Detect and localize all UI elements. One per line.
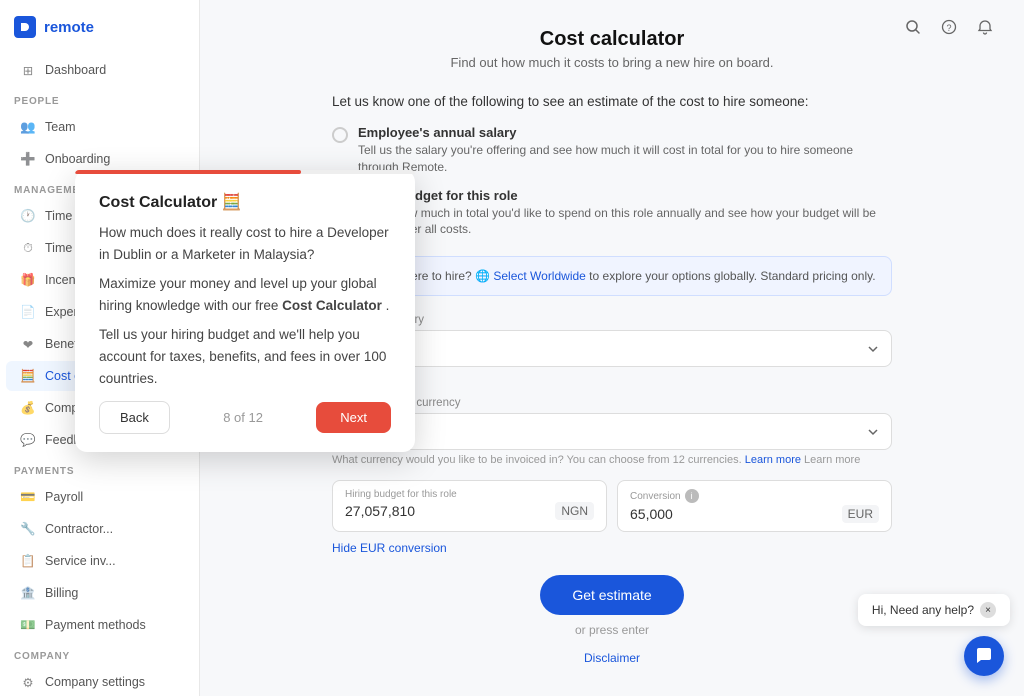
section-people: PEOPLE — [0, 86, 199, 111]
logo: remote — [0, 0, 199, 54]
employee-country-select[interactable]: Nigeria — [332, 330, 892, 367]
billing-currency-label: Employer billing currency — [332, 397, 892, 409]
billing-currency-group: Employer billing currency EUR What curre… — [332, 397, 892, 466]
payroll-icon: 💳 — [20, 489, 36, 505]
conversion-currency: EUR — [842, 505, 879, 523]
header-icons: ? — [902, 16, 996, 38]
radio-group: Employee's annual salary Tell us the sal… — [332, 125, 892, 238]
tooltip-page-counter: 8 of 12 — [223, 410, 263, 425]
radio-annual-salary-desc: Tell us the salary you're offering and s… — [358, 142, 892, 176]
expenses-icon: 📄 — [20, 304, 36, 320]
chat-close-button[interactable]: × — [980, 602, 996, 618]
timetrack-icon: ⏱ — [20, 240, 36, 256]
chevron-down-icon-2 — [867, 426, 879, 438]
radio-annual-salary-content: Employee's annual salary Tell us the sal… — [358, 125, 892, 176]
conversion-value: 65,000 — [630, 506, 842, 522]
radio-hiring-budget-desc: Tell us how much in total you'd like to … — [358, 205, 892, 239]
payment-methods-icon: 💵 — [20, 617, 36, 633]
budget-input-label: Hiring budget for this role — [345, 489, 594, 500]
billing-currency-hint: What currency would you like to be invoi… — [332, 454, 892, 466]
billing-currency-select[interactable]: EUR — [332, 413, 892, 450]
tooltip-title: Cost Calculator 🧮 — [99, 192, 391, 212]
employee-country-hint: Select country — [332, 371, 892, 383]
get-estimate-button[interactable]: Get estimate — [540, 575, 683, 615]
page-subtitle: Find out how much it costs to bring a ne… — [240, 55, 984, 70]
tooltip-progress-fill — [75, 170, 301, 174]
page-title: Cost calculator — [240, 28, 984, 51]
billing-icon: 🏦 — [20, 585, 36, 601]
sidebar-item-contractors[interactable]: 🔧 Contractor... — [6, 514, 193, 544]
sidebar-item-payment-methods[interactable]: 💵 Payment methods — [6, 610, 193, 640]
timeoff-icon: 🕐 — [20, 208, 36, 224]
press-enter-text: or press enter — [332, 623, 892, 637]
radio-annual-salary-label: Employee's annual salary — [358, 125, 892, 140]
logo-icon — [14, 16, 36, 38]
svg-text:?: ? — [946, 23, 951, 33]
tooltip-p1: How much does it really cost to hire a D… — [99, 222, 391, 265]
conversion-value-row: 65,000 EUR — [630, 505, 879, 523]
tooltip-body: How much does it really cost to hire a D… — [99, 222, 391, 389]
back-button[interactable]: Back — [99, 401, 170, 434]
team-icon: 👥 — [20, 119, 36, 135]
help-button[interactable]: ? — [938, 16, 960, 38]
tooltip-card: Cost Calculator 🧮 How much does it reall… — [75, 170, 415, 452]
service-icon: 📋 — [20, 553, 36, 569]
sidebar-item-company-settings[interactable]: ⚙ Company settings — [6, 667, 193, 696]
dashboard-icon: ⊞ — [20, 62, 36, 78]
chat-button[interactable] — [964, 636, 1004, 676]
search-button[interactable] — [902, 16, 924, 38]
sidebar-item-payroll[interactable]: 💳 Payroll — [6, 482, 193, 512]
section-question: Let us know one of the following to see … — [332, 94, 892, 109]
settings-icon: ⚙ — [20, 674, 36, 690]
radio-hiring-budget-label: Hiring budget for this role — [358, 188, 892, 203]
hide-eur-link[interactable]: Hide EUR conversion — [332, 541, 447, 555]
budget-input[interactable]: Hiring budget for this role 27,057,810 N… — [332, 480, 607, 532]
conversion-label: Conversion i — [630, 489, 879, 503]
info-box: Not sure where to hire? 🌐 Select Worldwi… — [332, 256, 892, 296]
logo-text: remote — [44, 19, 94, 36]
budget-input-value-row: 27,057,810 NGN — [345, 502, 594, 520]
section-company: COMPANY — [0, 641, 199, 666]
tooltip-bold: Cost Calculator — [282, 298, 382, 313]
sidebar-item-team[interactable]: 👥 Team — [6, 112, 193, 142]
sidebar-item-billing[interactable]: 🏦 Billing — [6, 578, 193, 608]
employee-country-group: Employee country Nigeria Select country — [332, 314, 892, 383]
contractors-icon: 🔧 — [20, 521, 36, 537]
info-icon: i — [685, 489, 699, 503]
budget-currency: NGN — [555, 502, 594, 520]
sidebar-item-dashboard[interactable]: ⊞ Dashboard — [6, 55, 193, 85]
chat-tooltip: Hi, Need any help? × — [858, 594, 1010, 626]
incentives-icon: 🎁 — [20, 272, 36, 288]
tooltip-p3: Tell us your hiring budget and we'll hel… — [99, 324, 391, 389]
feedback-icon: 💬 — [20, 432, 36, 448]
conversion-input[interactable]: Conversion i 65,000 EUR — [617, 480, 892, 532]
section-payments: PAYMENTS — [0, 456, 199, 481]
learn-more-link[interactable]: Learn more — [745, 454, 801, 466]
budget-row: Hiring budget for this role 27,057,810 N… — [332, 480, 892, 532]
tooltip-progress-bar — [75, 170, 415, 174]
employee-country-label: Employee country — [332, 314, 892, 326]
calculator-icon: 🧮 — [20, 368, 36, 384]
onboarding-icon: ➕ — [20, 151, 36, 167]
notification-bell[interactable] — [974, 16, 996, 38]
tooltip-footer: Back 8 of 12 Next — [99, 401, 391, 434]
next-button[interactable]: Next — [316, 402, 391, 433]
radio-annual-salary[interactable]: Employee's annual salary Tell us the sal… — [332, 125, 892, 176]
radio-hiring-budget-content: Hiring budget for this role Tell us how … — [358, 188, 892, 239]
chat-icon — [974, 646, 994, 666]
tooltip-p2: Maximize your money and level up your gl… — [99, 273, 391, 316]
benefits-icon: ❤ — [20, 336, 36, 352]
info-box-suffix: to explore your options globally. Standa… — [589, 269, 875, 283]
compensation-icon: 💰 — [20, 400, 36, 416]
select-worldwide-link[interactable]: Select Worldwide — [493, 269, 585, 283]
radio-annual-salary-circle — [332, 127, 348, 143]
disclaimer-link[interactable]: Disclaimer — [332, 651, 892, 665]
radio-hiring-budget[interactable]: Hiring budget for this role Tell us how … — [332, 188, 892, 239]
chat-tooltip-text: Hi, Need any help? — [872, 603, 974, 617]
chevron-down-icon — [867, 343, 879, 355]
sidebar-item-service-inv[interactable]: 📋 Service inv... — [6, 546, 193, 576]
budget-input-value: 27,057,810 — [345, 503, 555, 519]
